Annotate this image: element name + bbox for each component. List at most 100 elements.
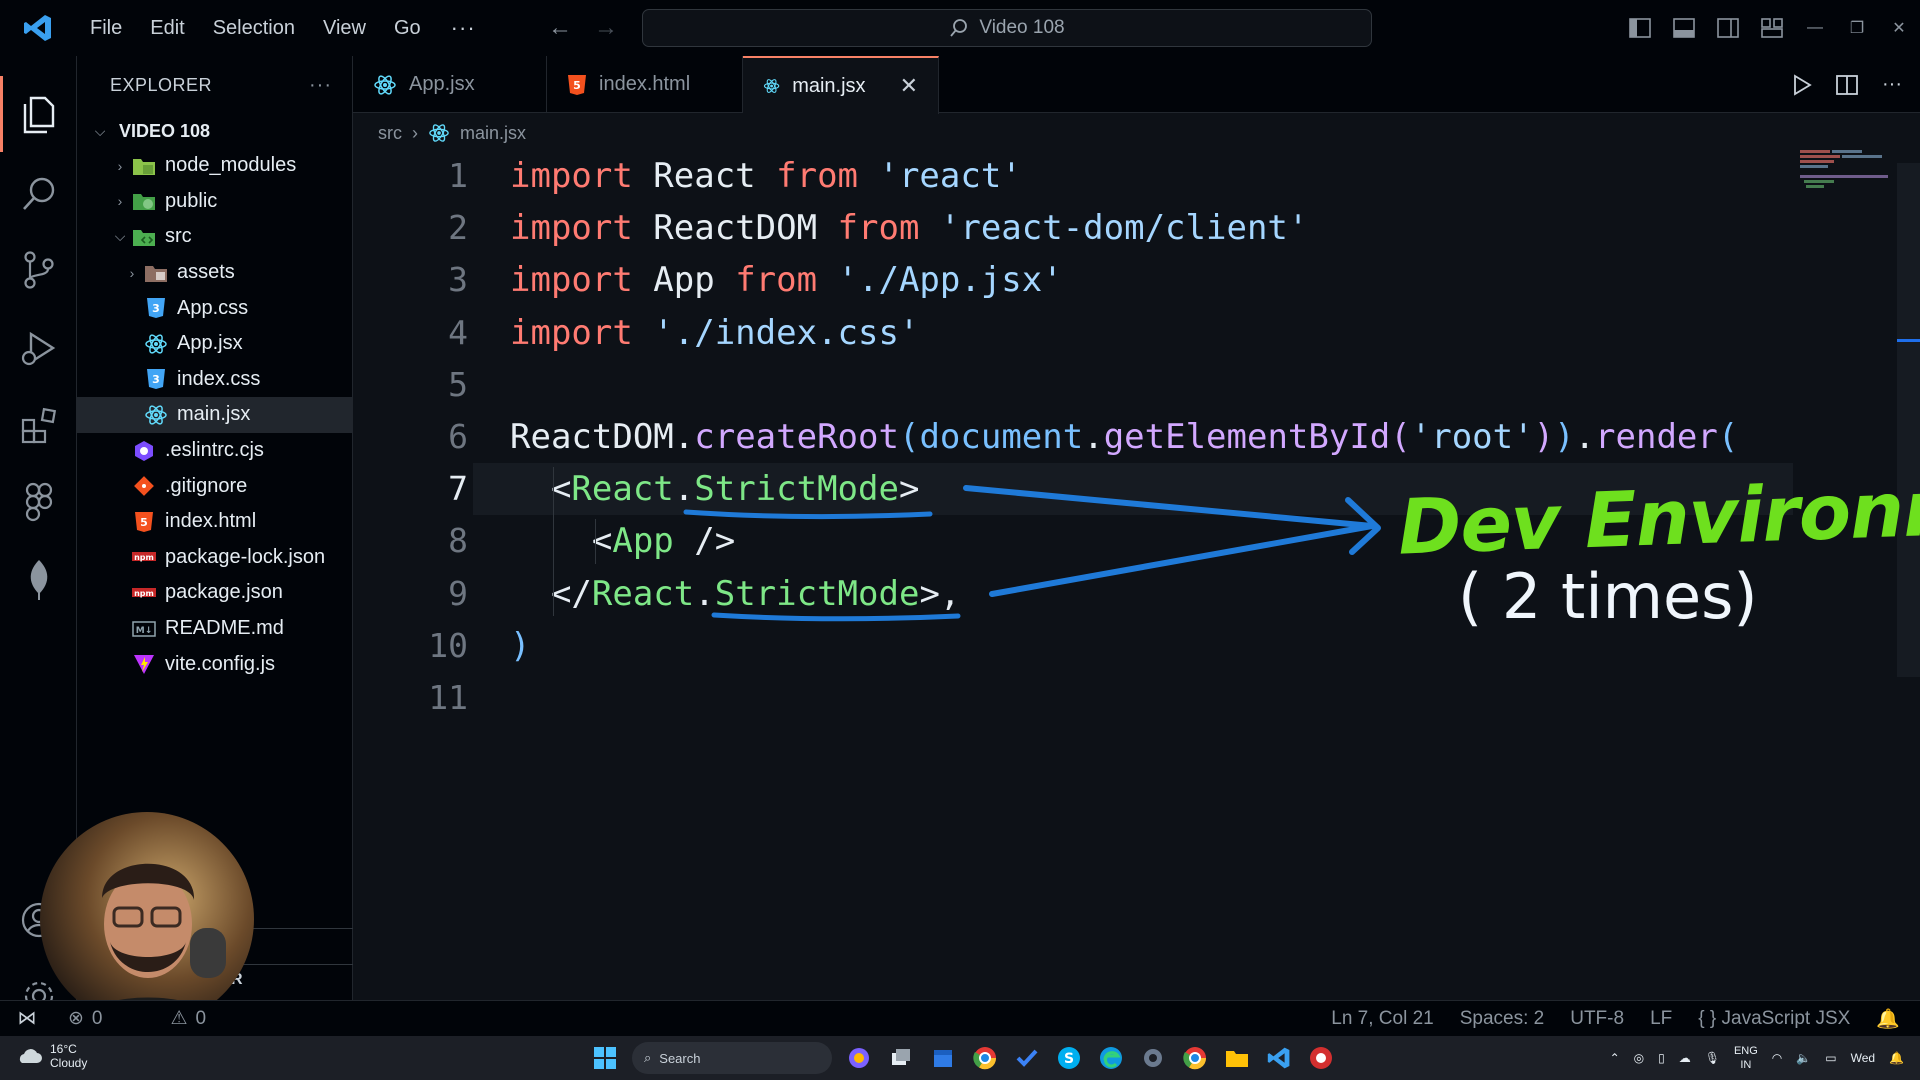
- tree-item-main-jsx[interactable]: main.jsx: [77, 397, 352, 433]
- error-icon: ⊗: [68, 1008, 84, 1029]
- notification-icon[interactable]: 🔔: [1889, 1051, 1904, 1065]
- run-icon[interactable]: [1792, 73, 1812, 96]
- restore-button[interactable]: ❐: [1836, 0, 1878, 56]
- tree-item-package-json[interactable]: npm package.json: [77, 575, 352, 611]
- windows-start-icon[interactable]: [590, 1043, 620, 1073]
- volume-icon[interactable]: 🔈: [1796, 1051, 1811, 1065]
- breadcrumb-folder[interactable]: src: [378, 123, 402, 144]
- explorer-more-button[interactable]: ···: [309, 74, 332, 97]
- minimize-button[interactable]: —: [1794, 0, 1836, 56]
- skype-icon[interactable]: S: [1054, 1043, 1084, 1073]
- indentation[interactable]: Spaces: 2: [1460, 1008, 1545, 1030]
- source-control-icon[interactable]: [0, 232, 77, 308]
- taskbar-search[interactable]: ⌕ Search: [632, 1042, 832, 1074]
- toggle-primary-sidebar-icon[interactable]: [1618, 0, 1662, 56]
- code-line[interactable]: 1 import React from 'react': [353, 150, 1793, 202]
- chrome-profile-icon[interactable]: [1180, 1043, 1210, 1073]
- microphone-icon[interactable]: 🎙: [1705, 1051, 1720, 1065]
- line-number: 9: [448, 573, 468, 613]
- extensions-icon[interactable]: [0, 388, 77, 464]
- tree-item-node-modules[interactable]: › node_modules: [77, 148, 352, 184]
- menu-view[interactable]: View: [309, 0, 380, 56]
- code-token: React: [632, 156, 777, 196]
- toggle-secondary-sidebar-icon[interactable]: [1706, 0, 1750, 56]
- chrome-dev-icon[interactable]: [1306, 1043, 1336, 1073]
- code-line[interactable]: 5: [353, 359, 1793, 411]
- menu-selection[interactable]: Selection: [199, 0, 309, 56]
- language-mode[interactable]: { } JavaScript JSX: [1698, 1008, 1850, 1030]
- menu-file[interactable]: File: [76, 0, 136, 56]
- tab-app-jsx[interactable]: App.jsx: [353, 56, 547, 113]
- remote-indicator-icon[interactable]: ⋈: [0, 1001, 54, 1037]
- chrome-icon[interactable]: [970, 1043, 1000, 1073]
- code-line[interactable]: 11: [353, 672, 1793, 724]
- explorer-icon[interactable]: [0, 76, 77, 152]
- vscode-taskbar-icon[interactable]: [1264, 1043, 1294, 1073]
- tray-app-icon[interactable]: ◎: [1634, 1051, 1644, 1065]
- close-window-button[interactable]: ✕: [1878, 0, 1920, 56]
- back-arrow-icon[interactable]: ←: [548, 14, 572, 42]
- tree-item-public[interactable]: › public: [77, 184, 352, 220]
- file-explorer-icon[interactable]: [1222, 1043, 1252, 1073]
- figma-icon[interactable]: [0, 464, 77, 540]
- end-of-line[interactable]: LF: [1650, 1008, 1672, 1030]
- menu-edit[interactable]: Edit: [136, 0, 198, 56]
- tree-item-index-html[interactable]: 5 index.html: [77, 504, 352, 540]
- project-folder-row[interactable]: ⌵ VIDEO 108: [77, 114, 352, 148]
- notifications-bell-icon[interactable]: 🔔: [1876, 1007, 1900, 1031]
- clock-day[interactable]: Wed: [1851, 1051, 1875, 1065]
- split-editor-icon[interactable]: [1836, 74, 1858, 96]
- tree-item-gitignore[interactable]: .gitignore: [77, 468, 352, 504]
- editor-scrollbar[interactable]: [1897, 163, 1920, 677]
- svg-text:5: 5: [573, 79, 581, 92]
- battery-icon[interactable]: ▭: [1825, 1051, 1836, 1065]
- todo-check-icon[interactable]: [1012, 1043, 1042, 1073]
- tree-item-app-css[interactable]: 3 App.css: [77, 290, 352, 326]
- task-view-icon[interactable]: [886, 1043, 916, 1073]
- code-line[interactable]: 3 import App from './App.jsx': [353, 254, 1793, 306]
- toggle-panel-icon[interactable]: [1662, 0, 1706, 56]
- code-line[interactable]: 4 import './index.css': [353, 307, 1793, 359]
- breadcrumb-file[interactable]: main.jsx: [460, 123, 526, 144]
- tab-main-jsx[interactable]: main.jsx ✕: [743, 56, 939, 114]
- copilot-icon[interactable]: [844, 1043, 874, 1073]
- tree-item-assets[interactable]: › assets: [77, 255, 352, 291]
- mongodb-leaf-icon[interactable]: [0, 542, 77, 618]
- calendar-icon[interactable]: [928, 1043, 958, 1073]
- search-icon[interactable]: [0, 156, 77, 232]
- code-line[interactable]: 6 ReactDOM.createRoot(document.getElement…: [353, 411, 1793, 463]
- command-center-search[interactable]: Video 108: [642, 9, 1372, 47]
- usb-icon[interactable]: ▯: [1658, 1051, 1665, 1065]
- tree-item-index-css[interactable]: 3 index.css: [77, 362, 352, 398]
- cursor-position[interactable]: Ln 7, Col 21: [1331, 1008, 1433, 1030]
- settings-app-icon[interactable]: [1138, 1043, 1168, 1073]
- edge-icon[interactable]: [1096, 1043, 1126, 1073]
- run-debug-icon[interactable]: [0, 310, 77, 386]
- tree-item-app-jsx[interactable]: App.jsx: [77, 326, 352, 362]
- problems-indicator[interactable]: ⊗ 0 ⚠ 0: [54, 1007, 206, 1030]
- close-icon[interactable]: ✕: [900, 73, 918, 99]
- tab-index-html[interactable]: 5 index.html: [547, 56, 743, 113]
- tree-item-readme[interactable]: M↓ README.md: [77, 611, 352, 647]
- tray-expand-icon[interactable]: ⌃: [1610, 1051, 1620, 1065]
- weather-widget[interactable]: 16°C Cloudy: [16, 1042, 87, 1070]
- minimap[interactable]: [1800, 150, 1890, 190]
- encoding[interactable]: UTF-8: [1570, 1008, 1624, 1030]
- wifi-icon[interactable]: ◠: [1772, 1051, 1782, 1065]
- tree-item-vite-config[interactable]: vite.config.js: [77, 646, 352, 682]
- more-actions-icon[interactable]: ···: [1882, 73, 1902, 96]
- tree-item-eslintrc[interactable]: .eslintrc.cjs: [77, 433, 352, 469]
- language-indicator[interactable]: ENG IN: [1734, 1044, 1758, 1072]
- forward-arrow-icon[interactable]: →: [594, 14, 618, 42]
- tree-item-package-lock[interactable]: npm package-lock.json: [77, 540, 352, 576]
- customize-layout-icon[interactable]: [1750, 0, 1794, 56]
- tree-item-src[interactable]: ⌵ src: [77, 219, 352, 255]
- onedrive-icon[interactable]: ☁: [1679, 1051, 1691, 1065]
- code-token: .: [673, 469, 695, 510]
- menu-more-button[interactable]: ···: [435, 15, 492, 41]
- menu-go[interactable]: Go: [380, 0, 435, 56]
- folder-src-open-icon: [131, 225, 157, 249]
- code-line[interactable]: 2 import ReactDOM from 'react-dom/client': [353, 202, 1793, 254]
- warning-icon: ⚠: [170, 1008, 188, 1029]
- react-file-icon: [143, 332, 169, 356]
